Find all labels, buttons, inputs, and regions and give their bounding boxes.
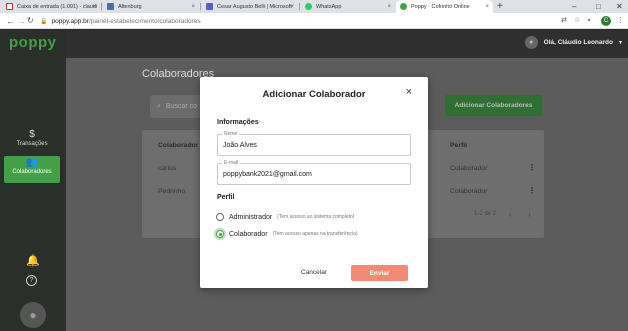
- tab-close-icon[interactable]: ×: [92, 4, 96, 10]
- tab-title: Altenburg: [118, 3, 142, 10]
- poppy-logo: poppy: [9, 34, 57, 51]
- tab-close-icon[interactable]: ×: [191, 4, 195, 10]
- table-row-profile: Colaborador: [450, 188, 488, 195]
- name-field-label: Nome: [222, 131, 240, 137]
- user-menu[interactable]: ● Olá, Cláudio Leonardo ▾: [524, 36, 622, 49]
- radio-button-checked[interactable]: [216, 230, 224, 238]
- row-menu-icon[interactable]: ⋮: [528, 163, 536, 172]
- back-arrow-icon[interactable]: ←: [6, 15, 15, 27]
- reload-icon[interactable]: ↻: [27, 15, 34, 27]
- people-icon: 👥: [25, 157, 39, 168]
- table-row-name: carlos: [158, 165, 177, 172]
- forward-arrow-icon[interactable]: →: [17, 15, 26, 27]
- sidebar: poppy $ Transações 👥 Colaboradores 🔔 ? ●: [0, 30, 66, 331]
- column-header-perfil: Perfil: [450, 142, 467, 149]
- dialog-title: Adicionar Colaborador: [262, 89, 366, 100]
- radio-label: Administrador: [229, 213, 273, 221]
- sidebar-item-label: Transações: [16, 141, 48, 147]
- email-field[interactable]: E-mail poppybank2021@gmail.com: [217, 160, 411, 185]
- tab-title: Caixa de entrada (1.091) - claudi: [17, 3, 98, 10]
- search-icon: ⌕: [157, 102, 161, 110]
- user-avatar: ●: [524, 36, 538, 49]
- name-field-value: João Alves: [223, 142, 257, 149]
- add-collaborators-button[interactable]: Adicionar Colaboradores: [445, 95, 542, 116]
- tab-title: Poppy - Cofrinho Online: [411, 3, 470, 10]
- radio-label: Colaborador: [229, 230, 268, 238]
- top-bar: ● Olá, Cláudio Leonardo ▾: [66, 30, 628, 58]
- url-path: /painel-estabelecimento/colaboradores: [88, 17, 201, 25]
- pagination-label: 1-2 de 2: [474, 211, 497, 217]
- close-icon[interactable]: ×: [406, 86, 412, 98]
- info-section-label: Informações: [217, 119, 259, 126]
- user-greeting: Olá, Cláudio Leonardo: [543, 39, 613, 46]
- tab-title: Cesar Augusto Belli | Microsoft: [217, 3, 292, 10]
- email-field-value: poppybank2021@gmail.com: [223, 171, 312, 178]
- add-collaborator-dialog: Adicionar Colaborador × Informações Nome…: [200, 77, 428, 288]
- minimize-icon[interactable]: –: [572, 0, 576, 13]
- whatsapp-icon: [305, 3, 312, 10]
- sidebar-item-colaboradores[interactable]: 👥 Colaboradores: [4, 156, 60, 183]
- browser-menu-icon[interactable]: ⋮: [617, 16, 624, 26]
- dollar-icon: $: [29, 129, 35, 140]
- chevron-right-icon[interactable]: ›: [528, 210, 531, 219]
- radio-hint: (Tem acesso ao sistema completo): [277, 214, 355, 220]
- radio-button[interactable]: [216, 213, 224, 221]
- column-header-colaborador: Colaborador: [158, 142, 199, 149]
- gmail-icon: [6, 3, 13, 10]
- row-menu-icon[interactable]: ⋮: [528, 186, 536, 195]
- teams-icon: [206, 3, 213, 10]
- browser-tab-bar: Caixa de entrada (1.091) - claudi × Alte…: [0, 0, 628, 13]
- sidebar-item-label: Colaboradores: [12, 169, 52, 175]
- url-input[interactable]: 🔒 poppy.app.br /painel-estabelecimento/c…: [40, 15, 568, 27]
- tab-close-icon[interactable]: ×: [485, 4, 489, 10]
- email-field-label: E-mail: [222, 160, 241, 166]
- translate-icon[interactable]: ⇄: [561, 16, 567, 26]
- name-field[interactable]: Nome João Alves: [217, 131, 411, 156]
- address-bar: ← → ↻ 🔒 poppy.app.br /painel-estabelecim…: [0, 13, 628, 29]
- chevron-down-icon: ▾: [618, 40, 622, 46]
- cancel-button[interactable]: Cancelar: [301, 269, 327, 276]
- browser-profile-avatar[interactable]: C: [601, 16, 611, 26]
- tab-altenburg[interactable]: Altenburg ×: [103, 0, 199, 13]
- tab-close-icon[interactable]: ×: [387, 4, 391, 10]
- tab-gmail[interactable]: Caixa de entrada (1.091) - claudi ×: [2, 0, 100, 13]
- altenburg-icon: [107, 3, 114, 10]
- new-tab-button[interactable]: +: [497, 0, 503, 13]
- radio-option-administrador[interactable]: Administrador (Tem acesso ao sistema com…: [216, 213, 354, 221]
- profile-section-label: Perfil: [217, 194, 235, 201]
- search-placeholder: Buscar co: [165, 103, 198, 110]
- lock-icon: 🔒: [40, 18, 48, 25]
- submit-button[interactable]: Enviar: [351, 265, 408, 281]
- bookmark-star-icon[interactable]: ☆: [574, 16, 580, 26]
- tab-microsoft[interactable]: Cesar Augusto Belli | Microsoft ×: [202, 0, 298, 13]
- poppy-icon: [400, 3, 407, 10]
- table-row-name: Pedrinho: [158, 188, 186, 195]
- bell-icon[interactable]: 🔔: [26, 254, 40, 267]
- tab-title: WhatsApp: [316, 3, 342, 10]
- user-silhouette-icon: ●: [29, 308, 37, 322]
- tab-poppy[interactable]: Poppy - Cofrinho Online ×: [396, 0, 493, 13]
- tab-whatsapp[interactable]: WhatsApp ×: [301, 0, 395, 13]
- maximize-icon[interactable]: □: [596, 0, 601, 13]
- sidebar-item-transacoes[interactable]: $ Transações: [4, 128, 60, 155]
- chevron-left-icon[interactable]: ‹: [509, 210, 512, 219]
- tab-close-icon[interactable]: ×: [290, 4, 294, 10]
- radio-option-colaborador[interactable]: Colaborador (Tem acesso apenas na transf…: [216, 230, 358, 238]
- sidebar-avatar[interactable]: ●: [20, 302, 46, 328]
- url-host: poppy.app.br: [51, 17, 89, 25]
- table-row-profile: Colaborador: [450, 165, 488, 172]
- close-window-icon[interactable]: ✕: [616, 0, 623, 13]
- extensions-icon[interactable]: ▪: [588, 16, 590, 26]
- help-icon[interactable]: ?: [26, 275, 37, 286]
- radio-hint: (Tem acesso apenas na transferência): [272, 231, 358, 237]
